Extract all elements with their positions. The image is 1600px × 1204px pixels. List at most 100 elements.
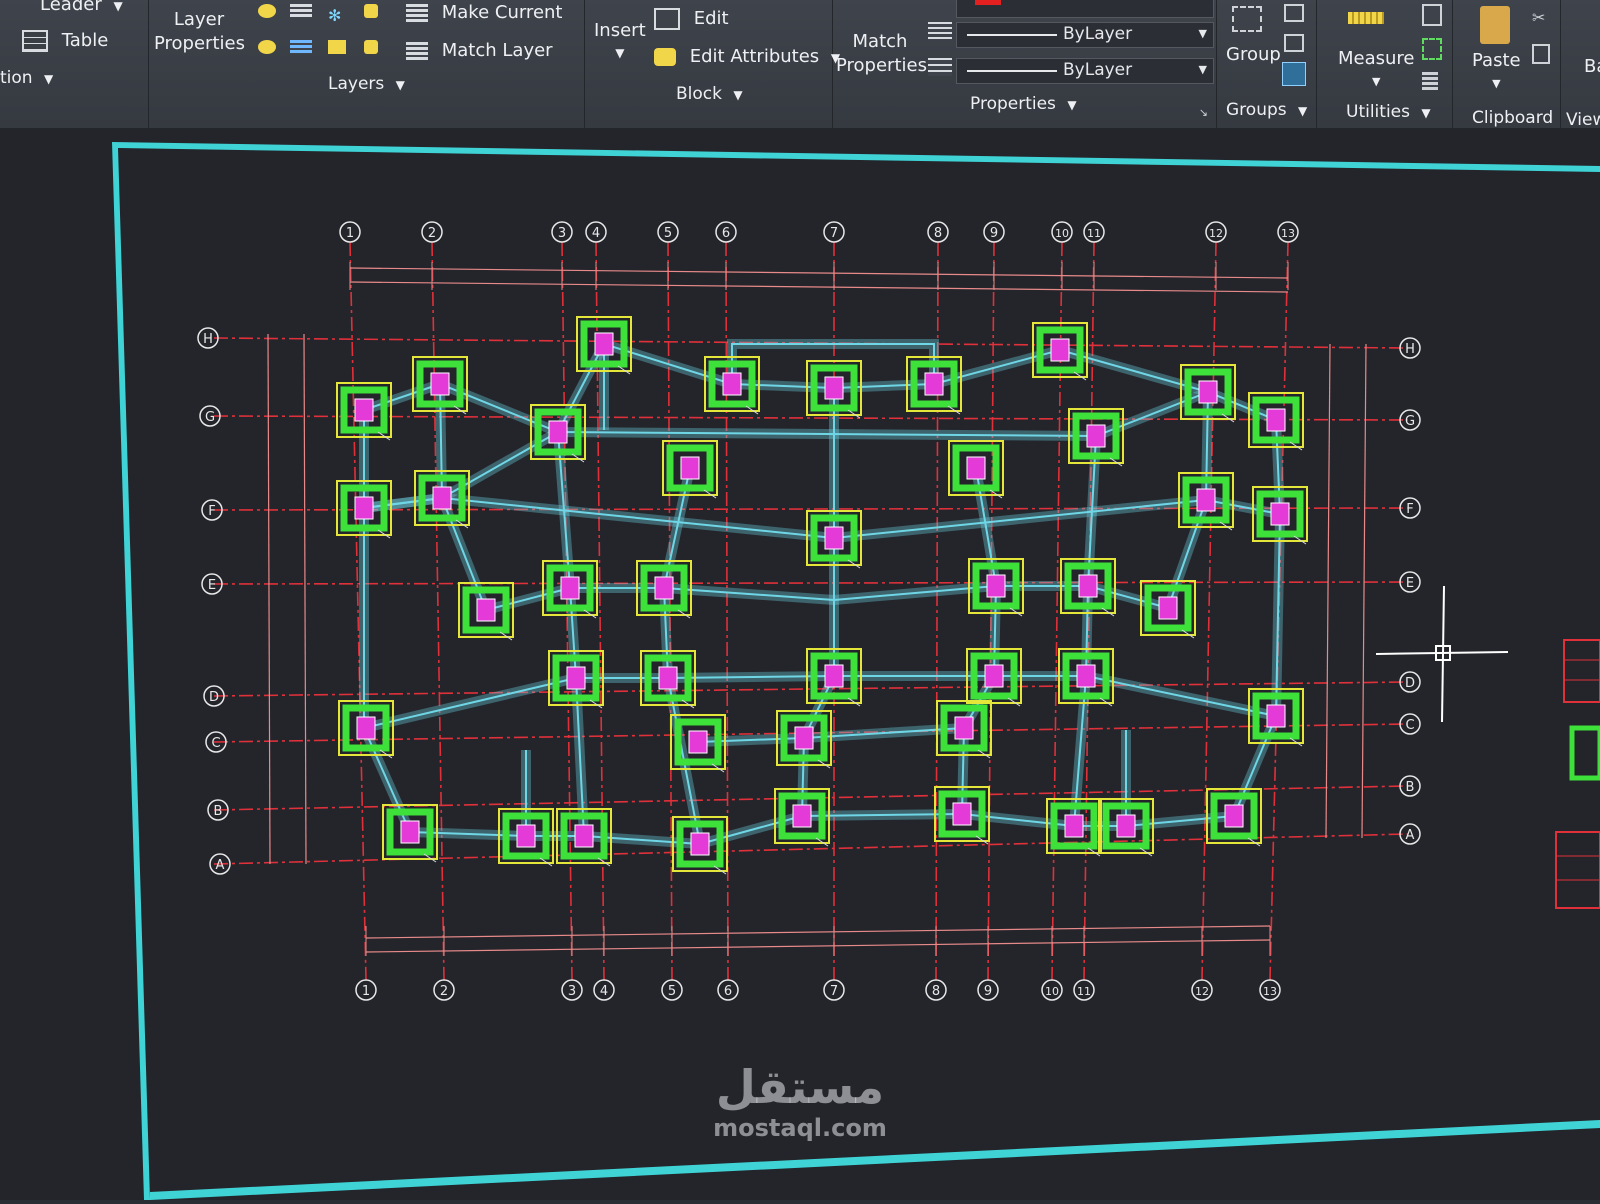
grade-beam-band bbox=[359, 410, 415, 835]
column bbox=[824, 664, 844, 688]
foundation-plan-drawing[interactable]: 1122334455667788991010111112121313HHG GF F… bbox=[0, 130, 1600, 1200]
footing bbox=[704, 356, 760, 415]
chevron-down-icon: ▼ bbox=[1067, 98, 1077, 112]
crosshair-cursor[interactable] bbox=[1375, 585, 1509, 723]
base-button[interactable]: Ba bbox=[1584, 56, 1600, 77]
column bbox=[654, 576, 674, 600]
properties-panel-label[interactable]: Properties ▼ bbox=[970, 94, 1077, 114]
dimension-line-top-detail bbox=[349, 281, 1289, 293]
leader-button[interactable]: Leader ▼ bbox=[40, 0, 123, 15]
layer-freeze-icon[interactable]: ✻ bbox=[328, 6, 341, 25]
chevron-down-icon[interactable]: ▼ bbox=[113, 0, 122, 13]
column bbox=[984, 664, 1004, 688]
column bbox=[354, 496, 374, 520]
ribbon: Leader ▼ Table tion ▼ Layer Properties ✻ bbox=[0, 0, 1600, 130]
make-current-button[interactable]: Make Current bbox=[406, 2, 562, 23]
dialog-launcher-icon[interactable]: ↘ bbox=[1199, 106, 1208, 119]
column bbox=[824, 376, 844, 400]
match-layer-button[interactable]: Match Layer bbox=[406, 40, 553, 61]
grid-bubble-label: H bbox=[1405, 342, 1415, 357]
column bbox=[1078, 574, 1098, 598]
paste-button[interactable]: Paste ▼ bbox=[1472, 50, 1521, 92]
chevron-down-icon: ▼ bbox=[43, 72, 54, 86]
chevron-down-icon: ▼ bbox=[615, 46, 625, 60]
dimension-line-left-detail bbox=[303, 333, 307, 865]
layer-properties-button[interactable]: Layer Properties bbox=[154, 8, 245, 56]
edit-attributes-button[interactable]: Edit Attributes ▼ bbox=[654, 46, 840, 67]
grid-bubble-bottom: 11 bbox=[1073, 979, 1095, 1001]
footing bbox=[576, 316, 632, 375]
layer-off-icon[interactable] bbox=[258, 40, 276, 54]
groups-panel-label[interactable]: Groups ▼ bbox=[1226, 100, 1307, 120]
make-current-label: Make Current bbox=[441, 2, 563, 23]
footing bbox=[806, 360, 862, 419]
measure-label: Measure bbox=[1338, 48, 1415, 69]
dimension-line-left bbox=[267, 333, 271, 865]
dimension-line-bottom-total bbox=[365, 939, 1271, 953]
annotation-panel-label[interactable]: tion ▼ bbox=[0, 68, 53, 88]
dimension-line-right-total bbox=[1361, 343, 1367, 839]
layer-tools-icons[interactable]: ✻ bbox=[254, 2, 394, 62]
layer-walk-icon[interactable] bbox=[290, 40, 312, 54]
edit-button[interactable]: Edit bbox=[654, 8, 729, 30]
cut-icon[interactable]: ✂ bbox=[1532, 8, 1545, 27]
block-panel-label[interactable]: Block ▼ bbox=[676, 84, 743, 104]
footing bbox=[906, 356, 962, 415]
grid-bubble-top: 10 bbox=[1051, 221, 1073, 243]
column bbox=[1086, 424, 1106, 448]
footing bbox=[1058, 648, 1114, 707]
column bbox=[356, 716, 376, 740]
grid-bubble-label: C bbox=[1405, 718, 1414, 733]
layer-on-icon[interactable] bbox=[258, 4, 276, 18]
footing bbox=[774, 788, 830, 847]
footing bbox=[1248, 688, 1304, 747]
column bbox=[1050, 338, 1070, 362]
match-properties-button[interactable]: Match Properties bbox=[836, 30, 927, 78]
column bbox=[1196, 488, 1216, 512]
column bbox=[824, 526, 844, 550]
layer-isolate-icon[interactable] bbox=[328, 40, 346, 54]
grid-bubble-bottom: 7 bbox=[823, 979, 845, 1001]
group-select-icon[interactable] bbox=[1282, 62, 1306, 86]
grid-bubble-top: 13 bbox=[1277, 221, 1299, 243]
grid-bubble-label: 8 bbox=[934, 226, 942, 241]
measure-button[interactable]: Measure ▼ bbox=[1338, 48, 1415, 90]
color-dropdown[interactable] bbox=[956, 0, 1214, 18]
lineweight-dropdown[interactable]: ByLayer ▼ bbox=[956, 58, 1214, 84]
calculator-icon[interactable] bbox=[1422, 72, 1438, 90]
grid-bubble-label: 1 bbox=[346, 226, 354, 241]
match-layer-icon bbox=[406, 42, 428, 60]
insert-button[interactable]: Insert ▼ bbox=[594, 20, 646, 62]
view-panel-label[interactable]: View bbox=[1566, 110, 1600, 130]
linetype-dropdown[interactable]: ByLayer ▼ bbox=[956, 22, 1214, 48]
copy-icon[interactable] bbox=[1532, 44, 1550, 64]
column bbox=[1116, 814, 1136, 838]
table-button[interactable]: Table bbox=[22, 30, 108, 52]
grid-bubble-label: D bbox=[1405, 676, 1415, 691]
layer-unlock-icon[interactable] bbox=[364, 40, 378, 54]
footing bbox=[530, 404, 586, 463]
column bbox=[794, 726, 814, 750]
quick-select-icon[interactable] bbox=[1422, 4, 1442, 26]
layer-properties-label: Layer Properties bbox=[154, 9, 245, 54]
chevron-down-icon: ▼ bbox=[1198, 63, 1207, 76]
drawing-canvas[interactable]: 1 1 2 2 3 3 4 4 5 5 6 6 7 7 8 8 9 9 10 10 11 11 12 12 13 13 H H G G F F… bbox=[0, 130, 1600, 1200]
match-layer-label: Match Layer bbox=[441, 40, 553, 61]
group-edit-icon[interactable] bbox=[1284, 34, 1304, 52]
ungroup-icon[interactable] bbox=[1284, 4, 1304, 22]
select-all-icon[interactable] bbox=[1422, 38, 1442, 60]
layer-lock-icon[interactable] bbox=[364, 4, 378, 18]
clipboard-panel-label[interactable]: Clipboard bbox=[1472, 108, 1553, 128]
grid-bubble-bottom: 10 bbox=[1041, 979, 1063, 1001]
grid-bubble-top: 3 bbox=[551, 221, 573, 243]
utilities-panel-label[interactable]: Utilities ▼ bbox=[1346, 102, 1431, 122]
column bbox=[680, 456, 700, 480]
match-properties-label: Match Properties bbox=[836, 31, 927, 76]
chevron-down-icon: ▼ bbox=[1372, 75, 1381, 88]
layers-panel-label[interactable]: Layers ▼ bbox=[328, 74, 405, 94]
layer-stack-icon[interactable] bbox=[290, 4, 312, 18]
column bbox=[690, 832, 710, 856]
group-button[interactable]: Group bbox=[1226, 44, 1281, 65]
grid-line-column bbox=[431, 241, 445, 981]
view-panel: Ba View bbox=[1560, 0, 1600, 130]
